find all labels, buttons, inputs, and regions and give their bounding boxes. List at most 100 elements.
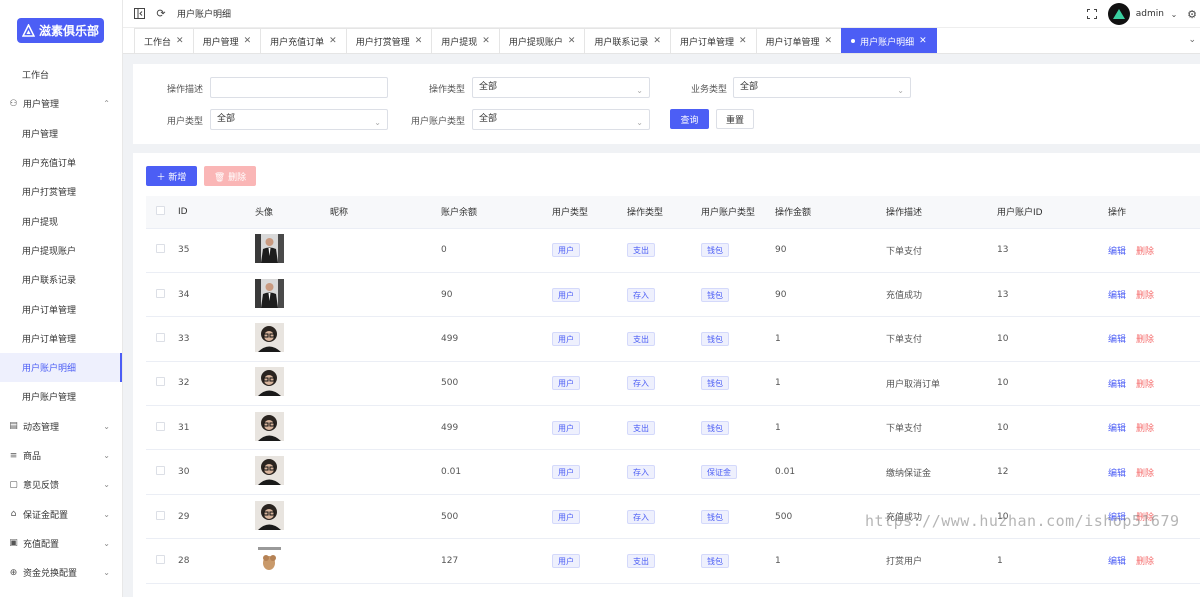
tab[interactable]: 用户打赏管理 ✕ [345, 28, 433, 53]
sidebar-item[interactable]: 用户管理 [0, 119, 122, 148]
close-icon[interactable]: ✕ [568, 36, 576, 46]
sidebar-group[interactable]: ≡ 商品 ⌄ [0, 441, 122, 470]
col-header: 账户余额 [441, 196, 552, 229]
acct-type-tag: 钱包 [701, 509, 729, 524]
delete-link[interactable]: 删除 [1136, 247, 1154, 257]
sidebar-group[interactable]: ▣ 充值配置 ⌄ [0, 529, 122, 558]
deposit-icon: ⌂ [10, 509, 17, 520]
sidebar-group[interactable]: ▢ 意见反馈 ⌄ [0, 470, 122, 499]
sidebar-item[interactable]: 工作台 [0, 60, 122, 89]
sidebar-item[interactable]: 用户订单管理 [0, 324, 122, 353]
close-icon[interactable]: ✕ [482, 36, 490, 46]
col-header: 操作类型 [627, 196, 701, 229]
edit-link[interactable]: 编辑 [1108, 424, 1126, 434]
close-icon[interactable]: ✕ [739, 36, 747, 46]
row-checkbox[interactable] [156, 554, 165, 564]
fullscreen-icon[interactable] [1086, 8, 1098, 20]
delete-link[interactable]: 删除 [1136, 291, 1154, 301]
col-header: 昵称 [330, 196, 441, 229]
close-icon[interactable]: ✕ [825, 36, 833, 46]
batch-delete-button[interactable]: 🗑 删除 [204, 166, 256, 186]
sidebar-item[interactable]: 用户充值订单 [0, 148, 122, 177]
acct-type-tag: 钱包 [701, 243, 729, 258]
row-checkbox[interactable] [156, 510, 165, 520]
close-icon[interactable]: ✕ [329, 36, 337, 46]
cell-nickname [330, 538, 441, 584]
sidebar-item[interactable]: 用户账户管理 [0, 382, 122, 411]
tab[interactable]: 用户充值订单 ✕ [260, 28, 347, 53]
avatar[interactable] [1107, 3, 1130, 25]
edit-link[interactable]: 编辑 [1108, 469, 1126, 479]
acct-type-tag: 钱包 [701, 420, 729, 435]
close-icon[interactable]: ✕ [244, 36, 252, 46]
delete-link[interactable]: 删除 [1136, 424, 1154, 434]
edit-link[interactable]: 编辑 [1108, 380, 1126, 390]
edit-link[interactable]: 编辑 [1108, 291, 1126, 301]
cell-desc: 下单支付 [886, 316, 997, 362]
cell-amount: 90 [775, 228, 886, 273]
collapse-sidebar-icon[interactable] [133, 8, 145, 20]
row-checkbox[interactable] [156, 421, 165, 431]
delete-link[interactable]: 删除 [1136, 469, 1154, 479]
sidebar-item[interactable]: 用户打赏管理 [0, 177, 122, 206]
edit-link[interactable]: 编辑 [1108, 335, 1126, 345]
tabs-more-icon[interactable]: ⌄ [1188, 35, 1196, 45]
tab[interactable]: 用户账户明细 ✕ [841, 28, 937, 53]
edit-link[interactable]: 编辑 [1108, 247, 1126, 257]
tab[interactable]: 用户管理 ✕ [192, 28, 262, 53]
user-type-select[interactable]: 全部 ⌄ [210, 109, 388, 130]
delete-link[interactable]: 删除 [1136, 557, 1154, 567]
sidebar-group[interactable]: ⊕ 资金兑换配置 ⌄ [0, 558, 122, 587]
cell-amount: 1 [775, 316, 886, 362]
tab[interactable]: 用户提现 ✕ [431, 28, 500, 53]
sidebar-item[interactable]: 用户提现账户 [0, 236, 122, 265]
row-checkbox[interactable] [156, 244, 165, 254]
cell-desc: 打赏用户 [886, 538, 997, 584]
row-checkbox[interactable] [156, 466, 165, 476]
row-checkbox[interactable] [156, 288, 165, 298]
edit-link[interactable]: 编辑 [1108, 557, 1126, 567]
select-all-checkbox[interactable] [156, 205, 165, 215]
add-button[interactable]: ＋ 新增 [146, 166, 197, 186]
op-type-tag: 支出 [627, 420, 655, 435]
user-type-tag: 用户 [552, 331, 580, 346]
acct-type-select[interactable]: 全部 ⌄ [472, 109, 650, 130]
delete-link[interactable]: 删除 [1136, 380, 1154, 390]
tab[interactable]: 用户订单管理 ✕ [755, 28, 843, 53]
sidebar-item[interactable]: 用户订单管理 [0, 294, 122, 323]
biz-type-select[interactable]: 全部 ⌄ [733, 77, 911, 98]
sidebar-item-label: 资金兑换配置 [23, 569, 78, 580]
user-name[interactable]: admin [1136, 9, 1164, 19]
close-icon[interactable]: ✕ [176, 36, 184, 46]
tab[interactable]: 用户提现账户 ✕ [498, 28, 586, 53]
close-icon[interactable]: ✕ [919, 36, 927, 46]
sidebar-item[interactable]: 用户提现 [0, 206, 122, 235]
sidebar-group[interactable]: ⚇ 用户管理 ⌃ [0, 89, 122, 118]
chevron-down-icon[interactable]: ⌄ [1168, 8, 1180, 20]
user-type-tag: 用户 [552, 420, 580, 435]
tab[interactable]: 用户订单管理 ✕ [669, 28, 757, 53]
logo-badge[interactable]: 滋素俱乐部 [17, 17, 104, 43]
sidebar-item-label: 用户账户明细 [22, 364, 77, 375]
close-icon[interactable]: ✕ [653, 36, 661, 46]
cell-id: 32 [178, 361, 255, 407]
tab[interactable]: 用户联系记录 ✕ [584, 28, 671, 53]
op-desc-input[interactable] [210, 77, 388, 98]
sidebar-item[interactable]: 用户账户明细 [0, 352, 122, 383]
sidebar-group[interactable]: ▤ 动态管理 ⌄ [0, 412, 122, 441]
gear-icon[interactable]: ⚙ [1186, 8, 1198, 21]
op-type-select[interactable]: 全部 ⌄ [472, 77, 650, 98]
op-type-tag: 存入 [627, 376, 655, 391]
tab[interactable]: 工作台 ✕ [134, 28, 194, 53]
cell-amount: 1 [775, 361, 886, 407]
sidebar-group[interactable]: ⌂ 保证金配置 ⌄ [0, 499, 122, 528]
close-icon[interactable]: ✕ [415, 36, 423, 46]
row-checkbox[interactable] [156, 377, 165, 387]
query-button[interactable]: 查询 [670, 109, 709, 129]
row-checkbox[interactable] [156, 332, 165, 342]
delete-link[interactable]: 删除 [1136, 335, 1154, 345]
reset-button[interactable]: 重置 [716, 109, 754, 129]
sidebar-item[interactable]: 用户联系记录 [0, 265, 122, 294]
cell-nickname [330, 228, 441, 273]
refresh-icon[interactable]: ⟳ [155, 7, 167, 20]
